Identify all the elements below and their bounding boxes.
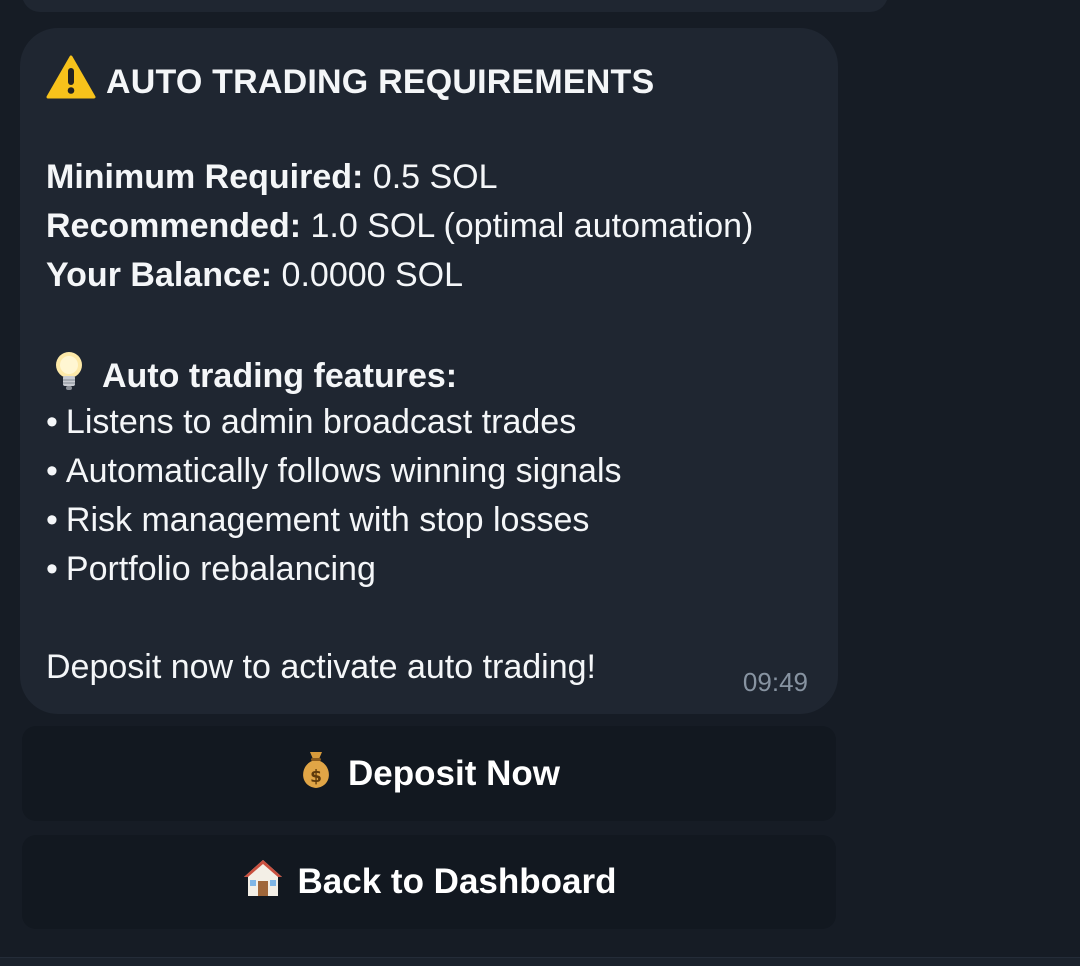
- deposit-now-label: Deposit Now: [348, 753, 560, 793]
- message-title-row: AUTO TRADING REQUIREMENTS: [46, 55, 812, 104]
- requirement-label: Minimum Required:: [46, 158, 364, 196]
- requirement-minimum: Minimum Required: 0.5 SOL: [46, 153, 812, 202]
- requirement-label: Recommended:: [46, 207, 302, 245]
- deposit-now-button[interactable]: $ Deposit Now: [22, 726, 836, 821]
- back-to-dashboard-label: Back to Dashboard: [297, 862, 617, 901]
- message-bubble: AUTO TRADING REQUIREMENTS Minimum Requir…: [20, 28, 838, 714]
- message-title: AUTO TRADING REQUIREMENTS: [106, 63, 655, 101]
- svg-text:$: $: [310, 767, 322, 787]
- previous-message-bubble: [22, 0, 888, 12]
- requirement-balance: Your Balance: 0.0000 SOL: [46, 251, 812, 300]
- requirement-recommended: Recommended: 1.0 SOL (optimal automation…: [46, 202, 812, 251]
- requirement-value: 0.5 SOL: [363, 158, 498, 196]
- feature-item: • Listens to admin broadcast trades: [46, 403, 577, 441]
- chat-view: AUTO TRADING REQUIREMENTS Minimum Requir…: [0, 0, 1080, 966]
- requirement-value: 0.0000 SOL: [272, 256, 464, 294]
- features-heading: Auto trading features:: [102, 357, 458, 395]
- features-heading-row: Auto trading features:: [46, 349, 812, 398]
- cta-text: Deposit now to activate auto trading!: [46, 648, 596, 686]
- message-timestamp: 09:49: [742, 667, 808, 697]
- requirement-label: Your Balance:: [46, 256, 273, 294]
- warning-icon: [46, 55, 96, 113]
- requirement-value: 1.0 SOL (optimal automation): [301, 207, 754, 245]
- feature-item: • Risk management with stop losses: [46, 501, 590, 539]
- feature-item: • Automatically follows winning signals: [46, 452, 622, 490]
- feature-item: • Portfolio rebalancing: [46, 550, 376, 588]
- back-to-dashboard-button[interactable]: Back to Dashboard: [22, 835, 836, 929]
- input-bar-edge: [0, 957, 1080, 966]
- money-bag-icon: $: [298, 748, 334, 799]
- house-icon: [242, 857, 284, 908]
